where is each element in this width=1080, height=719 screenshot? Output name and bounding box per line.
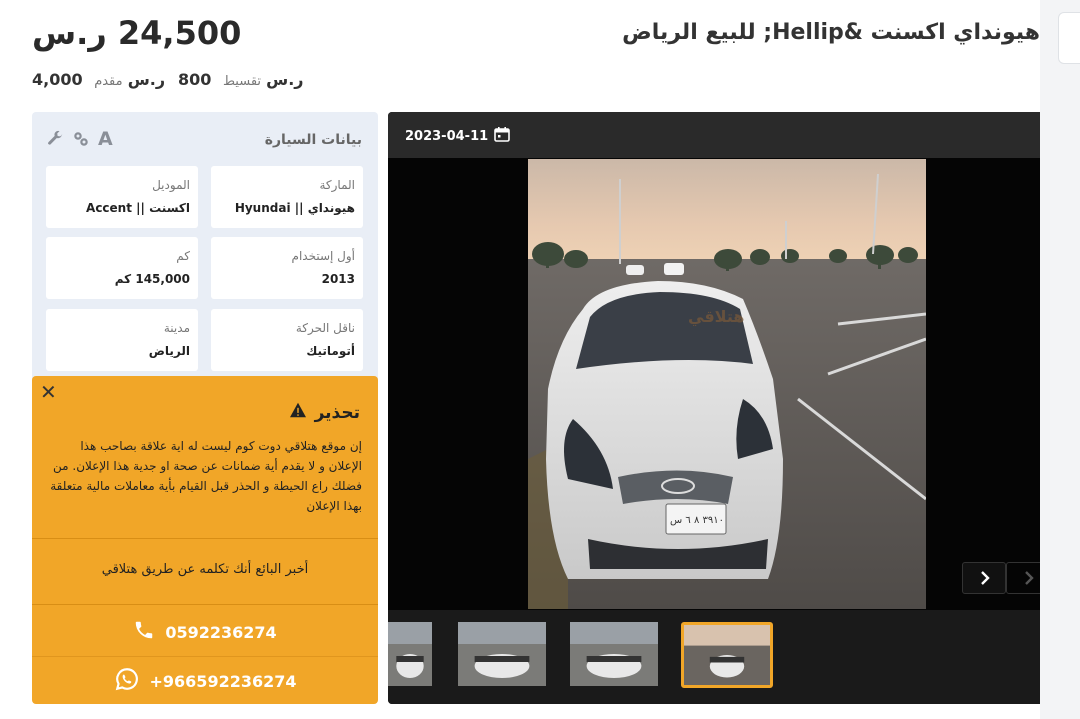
- whatsapp-number: +966592236274: [149, 671, 297, 691]
- field-label: مدينة: [163, 321, 190, 335]
- calendar-icon: [494, 126, 510, 146]
- listing-title: هيونداي اكسنت &Hellip; للبيع الرياض: [622, 20, 1040, 45]
- car-data-title: بيانات السيارة: [264, 132, 362, 148]
- field-first-use: أول إستخدام 2013: [211, 237, 363, 299]
- font-icon: A: [98, 128, 113, 150]
- field-transmission: ناقل الحركة أتوماتيك: [211, 309, 363, 371]
- cogs-icon: [72, 130, 90, 153]
- wrench-icon: [46, 130, 64, 153]
- divider: [32, 656, 378, 657]
- next-photo-button[interactable]: [1006, 562, 1040, 594]
- listing-price: 24,500 ر.س: [32, 14, 242, 52]
- field-brand: الماركة هيونداي || Hyundai: [211, 166, 363, 228]
- phone-icon: [133, 619, 155, 645]
- field-label: أول إستخدام: [291, 249, 355, 263]
- down-payment-label: مقدم: [94, 74, 123, 89]
- right-edge-card[interactable]: [1058, 12, 1080, 64]
- watermark: هتلاقي: [688, 307, 744, 327]
- field-value: اكسنت || Accent: [86, 201, 190, 215]
- photo-gallery: 2023-04-11 هتلاقي ٣٩١٠ ٨ ٦ س: [388, 112, 1040, 704]
- field-city: مدينة الرياض: [46, 309, 198, 371]
- close-icon[interactable]: ✕: [40, 380, 57, 404]
- field-value: أتوماتيك: [306, 344, 355, 358]
- car-data-icons: A: [46, 130, 113, 153]
- warning-text: إن موقع هتلاقي دوت كوم ليست له اية علاقة…: [50, 439, 362, 513]
- thumbnail-strip: [388, 610, 1040, 704]
- field-label: كم: [176, 249, 190, 263]
- car-data-panel: بيانات السيارة A الماركة هيونداي || Hyun…: [32, 112, 378, 412]
- warning-icon: [289, 402, 307, 423]
- right-edge-strip: [1040, 0, 1080, 719]
- field-value: 145,000 كم: [114, 272, 190, 286]
- thumbnail-3[interactable]: [570, 622, 658, 686]
- field-mileage: كم 145,000 كم: [46, 237, 198, 299]
- field-value: هيونداي || Hyundai: [234, 201, 355, 215]
- installment-label: تقسيط: [222, 74, 262, 89]
- installment-info: 800 ر.س تقسيط: [178, 70, 304, 89]
- field-label: الماركة: [319, 178, 355, 192]
- post-date-text: 2023-04-11: [405, 128, 489, 144]
- field-value: الرياض: [148, 344, 190, 358]
- phone-number: 0592236274: [165, 622, 277, 642]
- gallery-header: 2023-04-11: [388, 112, 1040, 158]
- field-model: الموديل اكسنت || Accent: [46, 166, 198, 228]
- listing-page: 24,500 ر.س هيونداي اكسنت &Hellip; للبيع …: [0, 0, 1040, 719]
- field-label: ناقل الحركة: [295, 321, 355, 335]
- warning-title-text: تحذير: [314, 402, 360, 423]
- divider: [32, 538, 378, 539]
- field-label: الموديل: [152, 178, 190, 192]
- warning-box: ✕ تحذير إن موقع هتلاقي دوت كوم ليست له ا…: [32, 376, 378, 704]
- whatsapp-button[interactable]: +966592236274: [32, 658, 378, 704]
- thumbnail-2[interactable]: [458, 622, 546, 686]
- call-button[interactable]: 0592236274: [32, 608, 378, 656]
- prev-photo-button[interactable]: [962, 562, 1006, 594]
- divider: [32, 604, 378, 605]
- thumbnail-1[interactable]: [388, 622, 432, 686]
- post-date: 2023-04-11: [405, 126, 510, 146]
- license-plate: ٣٩١٠ ٨ ٦ س: [670, 515, 724, 526]
- field-value: 2013: [321, 272, 355, 286]
- whatsapp-icon: [114, 666, 140, 696]
- tell-seller-text: أخبر البائع أنك تكلمه عن طريق هتلاقي: [101, 562, 309, 577]
- main-photo[interactable]: هتلاقي ٣٩١٠ ٨ ٦ س: [528, 159, 926, 609]
- down-payment-info: 4,000 ر.س مقدم: [32, 70, 165, 89]
- warning-title: تحذير: [289, 402, 360, 423]
- thumbnail-4[interactable]: [681, 622, 773, 688]
